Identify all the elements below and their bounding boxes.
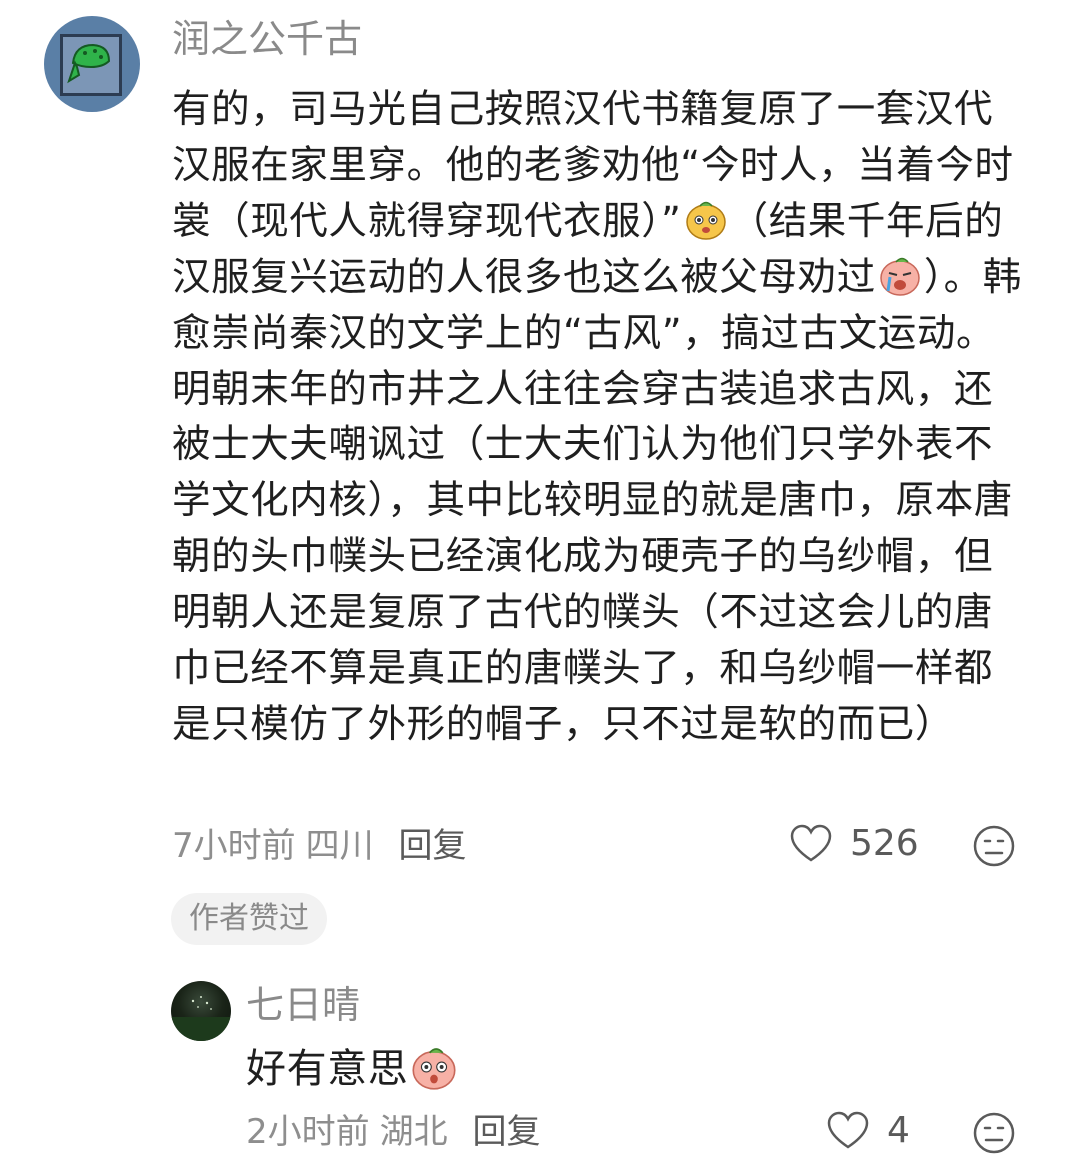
comment-text-part-3: ）。韩愈崇尚秦汉的文学上的“古风”，搞过古文运动。明朝末年的市井之人往往会穿古装… [172, 254, 1022, 747]
green-bandana-icon [60, 34, 122, 96]
reply-like-button[interactable]: 4 [827, 1111, 910, 1151]
comment-time: 7小时前 [172, 826, 296, 866]
author-liked-badge: 作者赞过 [171, 893, 327, 945]
reply-button[interactable]: 回复 [398, 826, 466, 866]
dislike-face-icon[interactable] [972, 824, 1016, 868]
comment-location: 四川 [305, 826, 374, 866]
reply-meta: 2小时前 湖北 回复 [246, 1112, 540, 1152]
reply-like-count: 4 [887, 1110, 910, 1151]
like-button[interactable]: 526 [790, 824, 919, 864]
heart-icon [827, 1111, 869, 1149]
reply-reply-button[interactable]: 回复 [472, 1112, 540, 1152]
heart-icon [790, 824, 832, 862]
reply-location: 湖北 [379, 1112, 448, 1152]
night-field-icon [171, 996, 231, 1041]
reply-username[interactable]: 七日晴 [246, 982, 360, 1028]
surprised-peach-emoji-icon [412, 1048, 456, 1090]
cheeky-mole-emoji-icon [685, 201, 726, 240]
reply-avatar[interactable] [171, 981, 231, 1041]
avatar[interactable] [44, 16, 140, 112]
like-count: 526 [850, 823, 919, 864]
comment-meta: 7小时前 四川 回复 [172, 826, 466, 866]
crying-peach-emoji-icon [880, 257, 920, 296]
reply-dislike-face-icon[interactable] [972, 1111, 1016, 1155]
reply-time: 2小时前 [246, 1112, 370, 1152]
reply-text: 好有意思 [246, 1041, 460, 1097]
comment-username[interactable]: 润之公千古 [172, 16, 362, 62]
reply-text-content: 好有意思 [246, 1046, 409, 1092]
comment-text: 有的，司马光自己按照汉代书籍复原了一套汉代汉服在家里穿。他的老爹劝他“今时人，当… [172, 82, 1022, 753]
